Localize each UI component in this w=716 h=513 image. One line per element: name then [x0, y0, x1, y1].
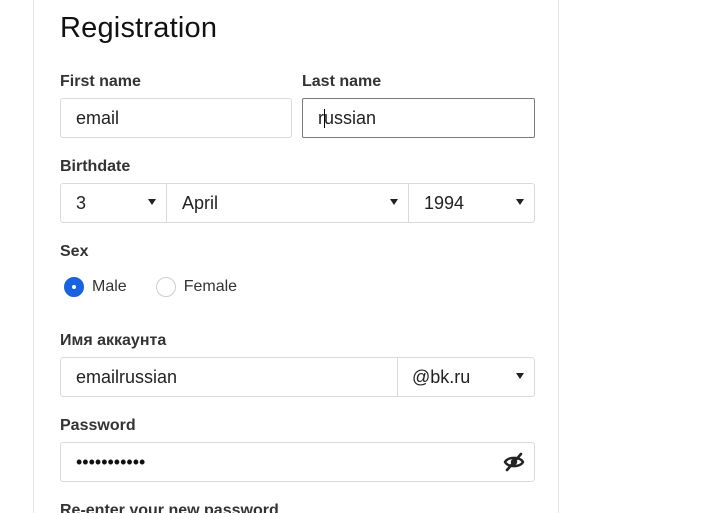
radio-unchecked-icon[interactable]	[155, 277, 176, 297]
first-name-value: email	[76, 107, 120, 128]
birth-year-value: 1994	[424, 192, 465, 213]
sex-option-label: Male	[92, 278, 127, 295]
chevron-down-icon	[516, 373, 524, 379]
account-name-input[interactable]: emailrussian	[61, 358, 397, 396]
sex-option-male[interactable]: Male	[64, 277, 127, 297]
account-name-value: emailrussian	[76, 366, 178, 387]
domain-select[interactable]: @bk.ru	[397, 358, 534, 396]
last-name-input[interactable]: r ussian	[302, 98, 535, 138]
birth-day-value: 3	[76, 192, 87, 213]
sex-label: Sex	[60, 243, 89, 260]
page-title: Registration	[60, 12, 218, 44]
password-label: Password	[60, 417, 136, 434]
first-name-label: First name	[60, 73, 141, 90]
registration-page: Registration First name email Last name …	[0, 0, 716, 513]
sex-option-female[interactable]: Female	[155, 277, 238, 297]
last-name-label: Last name	[302, 73, 382, 90]
domain-value: @bk.ru	[412, 366, 471, 387]
birthdate-select-group: 3 April 1994	[60, 183, 535, 223]
password-masked-value: •••••••••••	[76, 451, 146, 472]
birth-year-select[interactable]: 1994	[408, 184, 534, 222]
account-name-label: Имя аккаунта	[60, 332, 167, 349]
birth-day-select[interactable]: 3	[61, 184, 166, 222]
birthdate-label: Birthdate	[60, 158, 131, 175]
birth-month-select[interactable]: April	[166, 184, 408, 222]
chevron-down-icon	[390, 199, 398, 205]
birth-month-value: April	[182, 192, 219, 213]
reenter-password-label: Re-enter your new password	[60, 502, 279, 513]
chevron-down-icon	[148, 199, 156, 205]
sex-radio-group: Male Female	[64, 277, 237, 297]
password-input[interactable]: •••••••••••	[60, 442, 535, 482]
account-name-group: emailrussian @bk.ru	[60, 357, 535, 397]
last-name-value-after-caret: ussian	[324, 107, 377, 128]
sex-option-label: Female	[183, 278, 238, 295]
radio-checked-icon[interactable]	[64, 277, 84, 297]
chevron-down-icon	[516, 199, 524, 205]
eye-slash-icon[interactable]	[503, 452, 525, 472]
first-name-input[interactable]: email	[60, 98, 292, 138]
